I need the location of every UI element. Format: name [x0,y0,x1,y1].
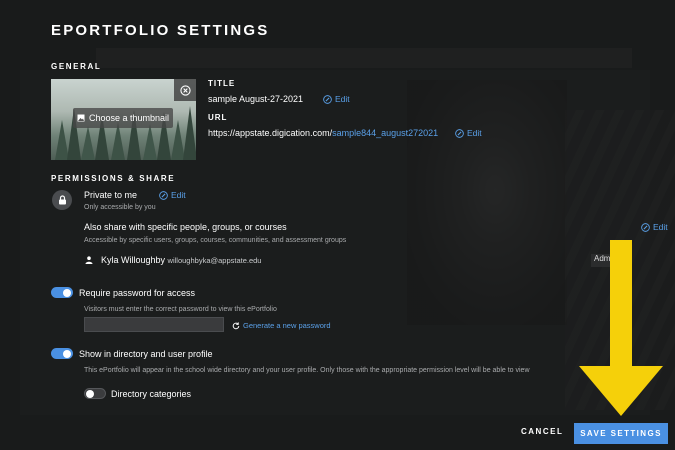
share-subtitle: Accessible by specific users, groups, co… [84,237,347,244]
edit-icon [323,94,332,104]
choose-thumbnail-button[interactable]: Choose a thumbnail [73,108,173,128]
url-slug: sample844_august272021 [332,128,439,138]
share-title: Also share with specific people, groups,… [84,222,287,232]
url-value: https://appstate.digication.com/sample84… [208,128,438,138]
title-value: sample August-27-2021 [208,94,304,104]
show-directory-label: Show in directory and user profile [79,349,213,359]
general-section-label: GENERAL [51,62,102,71]
refresh-icon [232,321,240,329]
image-icon [77,114,85,122]
toggle-knob [63,349,71,358]
toggle-knob [86,390,94,398]
edit-url-link[interactable]: Edit [455,128,482,138]
edit-private-label: Edit [171,190,186,200]
shared-user-row: Kyla Willoughby willoughbyka@appstate.ed… [101,255,261,265]
toggle-knob [63,288,71,297]
permissions-section-label: PERMISSIONS & SHARE [51,174,176,183]
private-title: Private to me [84,190,138,200]
shared-user-email: willoughbyka@appstate.edu [167,256,262,265]
edit-share-label: Edit [653,222,668,232]
password-input[interactable] [84,317,224,332]
remove-thumbnail-button[interactable] [174,79,196,101]
generate-password-label: Generate a new password [243,321,331,330]
choose-thumbnail-label: Choose a thumbnail [88,113,170,123]
directory-categories-label: Directory categories [111,389,192,399]
edit-title-label: Edit [335,94,350,104]
edit-share-link[interactable]: Edit [641,222,668,232]
require-password-label: Require password for access [79,288,196,298]
directory-categories-toggle[interactable] [84,388,106,399]
edit-title-link[interactable]: Edit [323,94,350,104]
thumbnail-tree [81,126,95,160]
edit-url-label: Edit [467,128,482,138]
edit-icon [159,190,168,200]
thumbnail-tree [183,106,196,160]
url-base: https://appstate.digication.com/ [208,128,333,138]
thumbnail-tree [143,124,157,160]
require-password-toggle[interactable] [51,287,73,298]
url-label: URL [208,113,228,122]
edit-icon [641,222,650,232]
lock-icon [58,195,66,205]
password-hint: Visitors must enter the correct password… [84,306,277,313]
private-subtitle: Only accessible by you [84,204,156,211]
edit-private-link[interactable]: Edit [159,190,186,200]
generate-password-link[interactable]: Generate a new password [232,321,331,330]
thumbnail-preview: Choose a thumbnail [51,79,196,160]
cancel-button[interactable]: CANCEL [521,427,563,436]
show-directory-toggle[interactable] [51,348,73,359]
directory-hint: This ePortfolio will appear in the schoo… [84,367,530,374]
close-circle-icon [179,84,191,96]
lock-badge [52,190,72,210]
shared-user-name: Kyla Willoughby [101,255,166,265]
person-icon [85,256,93,264]
title-label: TITLE [208,79,236,88]
save-settings-button[interactable]: SAVE SETTINGS [574,423,668,444]
page-title: EPORTFOLIO SETTINGS [51,22,270,39]
arrow-down-icon [579,240,663,416]
edit-icon [455,128,464,138]
